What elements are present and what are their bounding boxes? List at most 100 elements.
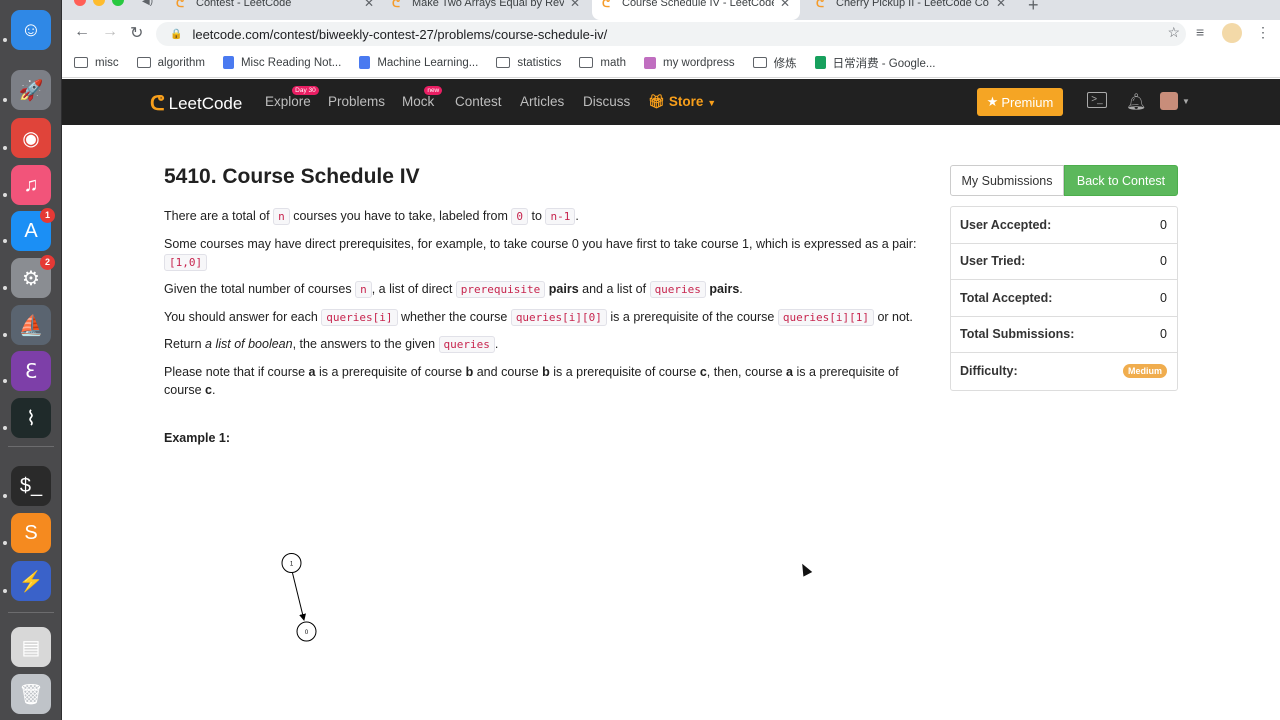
stat-row-difficulty: Difficulty: Medium bbox=[951, 353, 1177, 390]
running-indicator bbox=[3, 38, 7, 42]
nav-mock[interactable]: Mock new bbox=[402, 86, 443, 109]
docs-icon bbox=[222, 56, 234, 69]
star-icon: ★ bbox=[986, 94, 999, 109]
caret-down-icon: ▼ bbox=[707, 98, 717, 108]
bookmark-item[interactable]: my wordpress bbox=[644, 56, 735, 69]
folder-icon bbox=[136, 57, 151, 68]
leetcode-logo[interactable]: ᕦ LeetCode bbox=[150, 91, 242, 116]
playground-icon[interactable]: >_ bbox=[1087, 92, 1107, 108]
bookmark-item[interactable]: 日常消费 - Google... bbox=[814, 55, 935, 71]
avatar-caret-icon[interactable]: ▼ bbox=[1182, 97, 1190, 106]
close-tab-icon[interactable]: ✕ bbox=[570, 0, 580, 10]
desc-paragraph: Return a list of boolean, the answers to… bbox=[164, 336, 499, 353]
profile-avatar[interactable] bbox=[1222, 23, 1242, 43]
running-indicator bbox=[3, 494, 7, 498]
running-indicator bbox=[3, 589, 7, 593]
settings-icon[interactable]: ⚙ 2 bbox=[11, 255, 55, 298]
user-avatar[interactable] bbox=[1160, 92, 1178, 110]
my-submissions-button[interactable]: My Submissions bbox=[950, 165, 1064, 196]
bookmark-item[interactable]: 修炼 bbox=[752, 55, 797, 71]
launchpad-icon[interactable]: 🚀 bbox=[11, 70, 51, 110]
running-indicator bbox=[3, 239, 7, 243]
running-indicator bbox=[3, 379, 7, 383]
leetcode-favicon-icon: ᕦ bbox=[176, 0, 185, 10]
bookmark-item[interactable]: statistics bbox=[496, 57, 561, 69]
page-title: 5410. Course Schedule IV bbox=[164, 165, 420, 188]
terminal-icon[interactable]: $_ bbox=[11, 466, 51, 506]
finder-icon[interactable]: ☺ bbox=[11, 10, 51, 50]
menu-icon[interactable]: ⋮ bbox=[1256, 24, 1270, 41]
folder-icon bbox=[74, 57, 88, 68]
bookmark-item[interactable]: Misc Reading Not... bbox=[222, 56, 341, 69]
explore-badge: Day 30 bbox=[292, 86, 319, 95]
site-icon bbox=[644, 56, 656, 69]
stat-row: Total Submissions: 0 bbox=[951, 317, 1177, 353]
problem-description: There are a total of n courses you have … bbox=[164, 207, 920, 407]
bell-icon[interactable]: 🔔︎ bbox=[1126, 92, 1146, 112]
dock-separator bbox=[8, 612, 54, 613]
bookmark-item[interactable]: misc bbox=[74, 57, 119, 69]
reload-icon[interactable]: ↻ bbox=[130, 23, 143, 43]
media-control-icon[interactable]: ≡ bbox=[1196, 24, 1204, 40]
nav-store[interactable]: 🎁︎ Store ▼ bbox=[648, 94, 716, 110]
lightning-icon[interactable]: ⚡ bbox=[11, 561, 51, 601]
lock-icon: 🔒 bbox=[170, 28, 183, 40]
appstore-icon[interactable]: A1 bbox=[11, 208, 55, 251]
trash-icon[interactable]: 🗑 bbox=[11, 674, 51, 714]
nav-contest[interactable]: Contest bbox=[455, 94, 502, 109]
leetcode-favicon-icon: ᕦ bbox=[392, 0, 401, 10]
stat-row: Total Accepted: 0 bbox=[951, 280, 1177, 317]
nav-articles[interactable]: Articles bbox=[520, 94, 564, 109]
nav-explore[interactable]: Explore Day 30 bbox=[265, 86, 319, 109]
running-indicator bbox=[3, 146, 7, 150]
back-to-contest-button[interactable]: Back to Contest bbox=[1064, 165, 1178, 196]
leetcode-navbar: ᕦ LeetCode Explore Day 30 Problems Mock … bbox=[62, 79, 1280, 125]
forward-arrow-icon[interactable]: → bbox=[102, 23, 118, 41]
folder-icon bbox=[752, 57, 767, 68]
chrome-icon[interactable]: ◉ bbox=[11, 118, 51, 158]
music-icon[interactable]: ♫ bbox=[11, 165, 51, 205]
activity-monitor-icon[interactable]: ⌇ bbox=[11, 398, 51, 438]
close-tab-icon[interactable]: ✕ bbox=[996, 0, 1006, 10]
bookmark-item[interactable]: algorithm bbox=[136, 57, 205, 69]
leetcode-favicon-icon: ᕦ bbox=[602, 0, 611, 10]
close-window-button[interactable] bbox=[74, 0, 86, 6]
dock-separator bbox=[8, 446, 54, 447]
bookmark-item[interactable]: math bbox=[579, 57, 626, 69]
new-tab-icon[interactable]: + bbox=[1028, 0, 1039, 16]
close-tab-icon[interactable]: ✕ bbox=[780, 0, 790, 10]
minimize-window-button[interactable] bbox=[93, 0, 105, 6]
premium-button[interactable]: ★ Premium bbox=[977, 88, 1063, 116]
tab-make-two-arrays[interactable]: ᕦ Make Two Arrays Equal by Reve ✕ bbox=[382, 0, 590, 20]
address-bar[interactable]: 🔒 leetcode.com/contest/biweekly-contest-… bbox=[156, 22, 1186, 46]
cleaner-icon[interactable]: ⛵ bbox=[11, 305, 51, 345]
nav-problems[interactable]: Problems bbox=[328, 94, 385, 109]
tab-contest[interactable]: ᕦ Contest - LeetCode ✕ bbox=[166, 0, 384, 20]
graph-node: 1 bbox=[281, 553, 302, 573]
nav-discuss[interactable]: Discuss bbox=[583, 94, 630, 109]
gift-icon: 🎁︎ bbox=[648, 94, 666, 109]
folder-icon bbox=[579, 57, 594, 68]
speaker-icon[interactable]: ◀︎) bbox=[142, 0, 153, 7]
contest-stats-panel: User Accepted: 0 User Tried: 0 Total Accep… bbox=[950, 206, 1178, 391]
maximize-window-button[interactable] bbox=[112, 0, 124, 6]
tab-cherry-pickup[interactable]: ᕦ Cherry Pickup II - LeetCode Co ✕ bbox=[806, 0, 1016, 20]
leetcode-favicon-icon: ᕦ bbox=[816, 0, 825, 10]
notification-badge: 1 bbox=[40, 208, 55, 223]
difficulty-badge: Medium bbox=[1122, 364, 1167, 379]
preview-icon[interactable]: ▤ bbox=[11, 627, 51, 667]
running-indicator bbox=[3, 193, 7, 197]
back-arrow-icon[interactable]: ← bbox=[74, 23, 90, 41]
bookmarks-bar: misc algorithm Misc Reading Not... Machine … bbox=[62, 48, 1280, 78]
stat-row: User Accepted: 0 bbox=[951, 207, 1177, 244]
bookmark-item[interactable]: Machine Learning... bbox=[359, 56, 478, 69]
browser-toolbar: ← → ↻ 🔒 leetcode.com/contest/biweekly-co… bbox=[62, 20, 1280, 48]
sublime-icon[interactable]: S bbox=[11, 513, 51, 553]
desc-paragraph: Some courses may have direct prerequisit… bbox=[164, 236, 917, 271]
running-indicator bbox=[3, 333, 7, 337]
tab-course-schedule[interactable]: ᕦ Course Schedule IV - LeetCode ✕ bbox=[592, 0, 800, 20]
emacs-icon[interactable]: ℇ bbox=[11, 351, 51, 391]
bookmark-star-icon[interactable]: ☆ bbox=[1167, 24, 1180, 41]
close-tab-icon[interactable]: ✕ bbox=[364, 0, 374, 10]
leetcode-logo-icon: ᕦ bbox=[150, 93, 165, 115]
